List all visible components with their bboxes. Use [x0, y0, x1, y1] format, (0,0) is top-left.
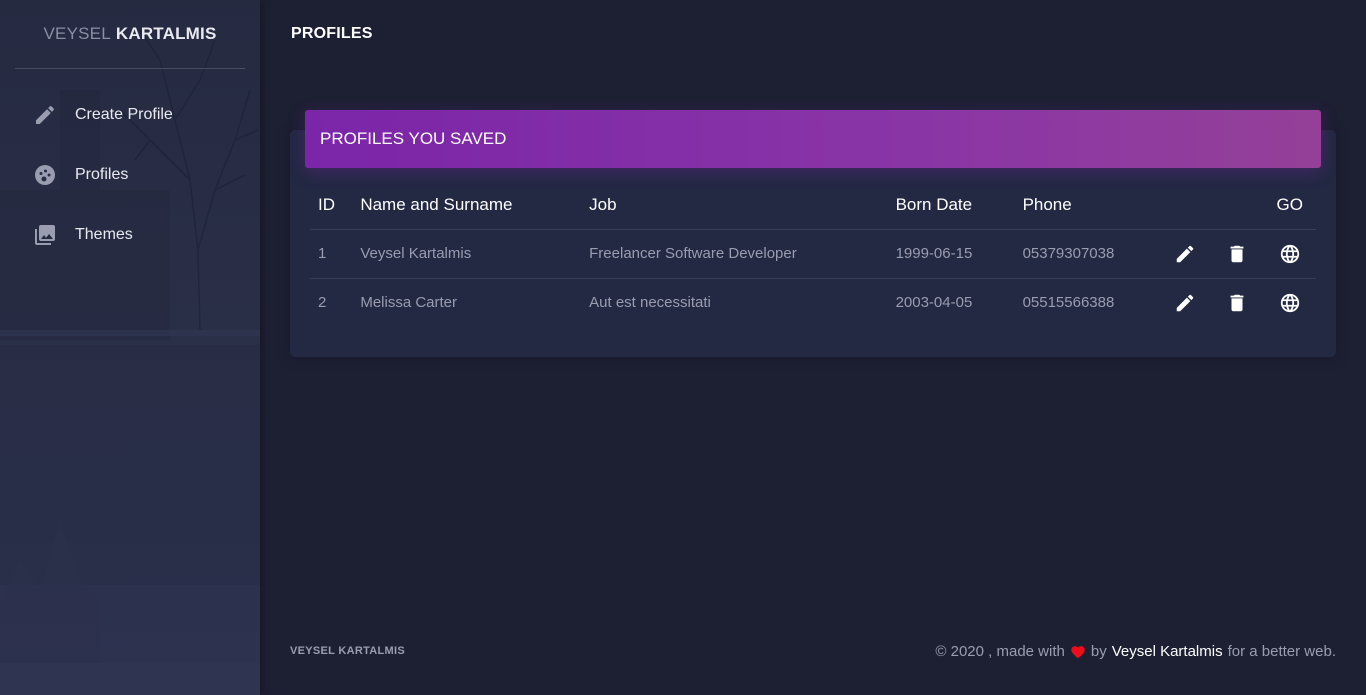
sidebar-item-profiles[interactable]: Profiles	[0, 145, 260, 205]
heart-icon	[1071, 646, 1085, 659]
globe-icon	[1280, 244, 1299, 263]
sidebar-nav: Create Profile Profiles Themes	[0, 85, 260, 265]
sidebar-item-label: Create Profile	[75, 106, 173, 123]
footer-by: by	[1090, 643, 1107, 660]
footer-tail: for a better web.	[1227, 643, 1336, 660]
column-header-go: GO	[1263, 182, 1316, 230]
delete-button[interactable]	[1211, 229, 1264, 279]
column-header-phone: Phone	[1014, 182, 1159, 230]
page-title[interactable]: PROFILES	[291, 25, 373, 43]
column-header-job: Job	[581, 182, 888, 230]
cell-job: Freelancer Software Developer	[581, 229, 888, 279]
table-header-row: ID Name and Surname Job Born Date Phone …	[310, 182, 1316, 230]
sidebar-item-themes[interactable]: Themes	[0, 205, 260, 265]
footer-author-link[interactable]: Veysel Kartalmis	[1112, 643, 1223, 660]
pencil-icon	[33, 103, 57, 127]
sidebar-item-create-profile[interactable]: Create Profile	[0, 85, 260, 145]
trash-icon	[1230, 245, 1244, 262]
footer-credits: © 2020 , made with by Veysel Kartalmis f…	[935, 643, 1336, 660]
pencil-icon	[1176, 294, 1194, 311]
delete-button[interactable]	[1211, 278, 1263, 327]
brand-last-name: KARTALMIS	[115, 24, 217, 43]
cell-phone: 05379307038	[1014, 229, 1159, 279]
sidebar: VEYSEL KARTALMIS Create Profile Profiles…	[0, 0, 260, 695]
edit-button[interactable]	[1158, 229, 1212, 279]
globe-icon	[1280, 293, 1299, 312]
card-header: PROFILES YOU SAVED	[305, 110, 1321, 168]
trash-icon	[1230, 294, 1244, 311]
sidebar-bottom-bar	[0, 663, 260, 695]
cell-phone: 05515566388	[1022, 294, 1115, 312]
column-header-delete	[1211, 182, 1264, 230]
sidebar-item-label: Profiles	[75, 166, 129, 183]
go-button[interactable]	[1263, 229, 1316, 279]
footer-copyright: © 2020 , made with	[935, 643, 1065, 660]
table-row: 1 Veysel Kartalmis Freelancer Software D…	[310, 229, 1316, 279]
brand[interactable]: VEYSEL KARTALMIS	[15, 0, 245, 69]
cell-job: Aut est necessitati	[589, 294, 711, 312]
edit-button[interactable]	[1159, 278, 1211, 327]
cell-born-date: 2003-04-05	[895, 294, 973, 312]
brand-first-name: VEYSEL	[43, 24, 111, 43]
cell-born-date: 1999-06-15	[887, 229, 1015, 279]
table-row: 2 Melissa Carter Aut est necessitati 200…	[310, 278, 1316, 327]
cell-name: Veysel Kartalmis	[352, 229, 582, 279]
image-gallery-icon	[33, 223, 57, 247]
face-icon	[33, 163, 57, 187]
cell-name: Melissa Carter	[360, 294, 458, 312]
cell-id: 1	[310, 229, 353, 279]
footer-brand[interactable]: VEYSEL KARTALMIS	[290, 645, 405, 657]
column-header-born-date: Born Date	[887, 182, 1015, 230]
go-button[interactable]	[1264, 278, 1316, 327]
pencil-icon	[1176, 245, 1194, 262]
sidebar-item-label: Themes	[75, 226, 133, 243]
column-header-name: Name and Surname	[352, 182, 582, 230]
column-header-id: ID	[310, 182, 353, 230]
cell-id: 2	[318, 294, 327, 312]
column-header-edit	[1158, 182, 1212, 230]
profiles-table: ID Name and Surname Job Born Date Phone …	[310, 182, 1316, 327]
